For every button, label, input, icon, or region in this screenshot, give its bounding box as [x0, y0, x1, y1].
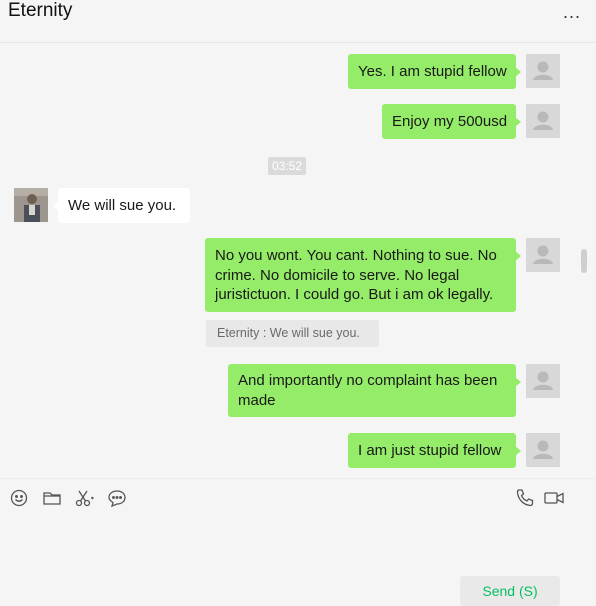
message-text: I am just stupid fellow [358, 441, 502, 459]
scrollbar-thumb[interactable] [581, 249, 587, 273]
outgoing-message[interactable]: Yes. I am stupid fellow [348, 54, 521, 89]
outgoing-message[interactable]: I am just stupid fellow [348, 433, 521, 468]
message-list[interactable]: Yes. I am stupid fellow Enjoy my 500usd … [0, 43, 590, 477]
chat-header: Eternity ... [0, 0, 596, 43]
user-placeholder-icon [533, 371, 553, 390]
outgoing-message[interactable]: Enjoy my 500usd [382, 104, 521, 139]
user-placeholder-icon [533, 61, 553, 80]
contact-avatar[interactable] [14, 188, 48, 222]
chat-bubble-icon[interactable] [106, 487, 128, 509]
my-avatar[interactable] [526, 364, 560, 398]
message-text: And importantly no complaint has been ma… [238, 372, 498, 409]
user-placeholder-icon [533, 111, 553, 130]
more-options-icon[interactable]: ... [563, 2, 581, 23]
message-text: No you wont. You cant. Nothing to sue. N… [215, 247, 497, 303]
message-text: Yes. I am stupid fellow [358, 62, 507, 80]
scissors-icon[interactable] [73, 487, 95, 509]
chat-title: Eternity [8, 0, 73, 21]
my-avatar[interactable] [526, 104, 560, 138]
my-avatar[interactable] [526, 54, 560, 88]
input-toolbar [0, 478, 596, 517]
my-avatar[interactable] [526, 238, 560, 272]
message-text: We will sue you. [68, 196, 177, 214]
send-button[interactable]: Send (S) [460, 576, 560, 606]
contact-photo-icon [14, 188, 48, 222]
outgoing-message[interactable]: And importantly no complaint has been ma… [228, 364, 521, 417]
emoji-icon[interactable] [8, 487, 30, 509]
message-input[interactable] [0, 516, 596, 582]
user-placeholder-icon [533, 440, 553, 459]
phone-icon[interactable] [514, 487, 536, 509]
message-text: Enjoy my 500usd [392, 112, 508, 130]
video-call-icon[interactable] [543, 487, 565, 509]
incoming-message[interactable]: We will sue you. [53, 188, 190, 223]
user-placeholder-icon [533, 245, 553, 264]
folder-icon[interactable] [41, 487, 63, 509]
quoted-message[interactable]: Eternity : We will sue you. [206, 320, 379, 347]
my-avatar[interactable] [526, 433, 560, 467]
message-timestamp: 03:52 [268, 157, 306, 175]
outgoing-message[interactable]: No you wont. You cant. Nothing to sue. N… [205, 238, 521, 312]
